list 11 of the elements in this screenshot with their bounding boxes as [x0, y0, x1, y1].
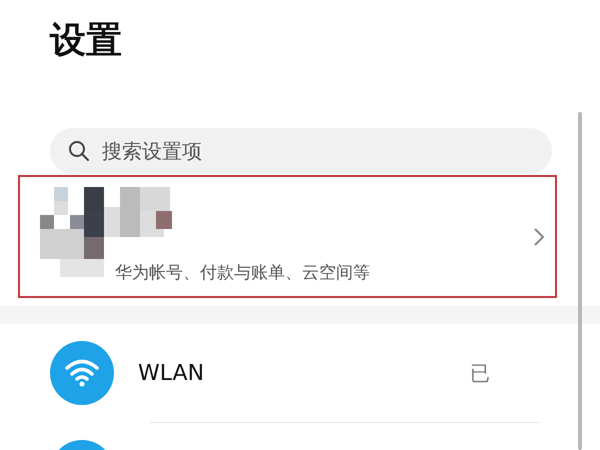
search-field[interactable]: 搜索设置项 [100, 138, 552, 164]
account-row[interactable]: 华为帐号、付款与账单、云空间等 [18, 175, 557, 298]
chevron-icon [533, 226, 545, 246]
page-title: 设置 [48, 19, 123, 63]
search-icon [68, 140, 90, 162]
row-value: 已 [470, 360, 490, 386]
wifi-icon [64, 358, 100, 388]
settings-row[interactable]: WLAN 已 [0, 324, 600, 422]
row-label: WLAN [138, 360, 206, 386]
account-subtitle: 华为帐号、付款与账单、云空间等 [115, 262, 371, 284]
search-bar[interactable]: 搜索设置项 [50, 128, 552, 174]
